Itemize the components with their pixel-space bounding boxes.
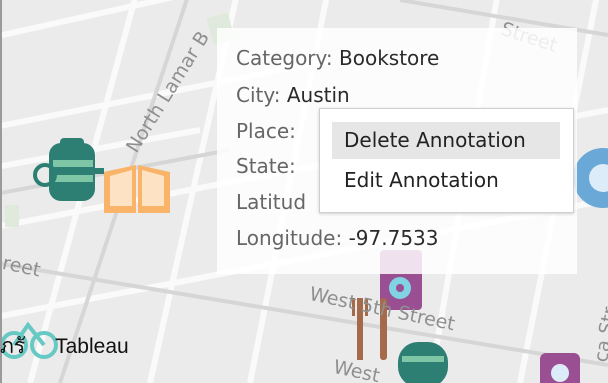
- tooltip-row-latitude: Latitud: [236, 190, 307, 214]
- annotation-context-menu: Delete Annotation Edit Annotation: [319, 108, 574, 213]
- caption-text: Tableau: [55, 335, 129, 358]
- tooltip-row-category: Category: Bookstore: [236, 46, 440, 70]
- tooltip-row-city: City: Austin: [236, 83, 350, 107]
- tooltip-row-longitude: Longitude: -97.7533: [236, 226, 439, 250]
- purple-place-icon-2[interactable]: [540, 353, 580, 383]
- tooltip-row-state: State:: [236, 154, 296, 178]
- edit-annotation-menu-item[interactable]: Edit Annotation: [332, 162, 560, 199]
- delete-annotation-menu-item[interactable]: Delete Annotation: [332, 122, 560, 159]
- frame-edge: [0, 0, 2, 383]
- map-view[interactable]: North Lamar B Street reet West 5th Stree…: [0, 0, 608, 383]
- caption: ภรั Tableau: [0, 330, 129, 370]
- caption-prefix: ภรั: [0, 335, 26, 358]
- tooltip-row-place: Place:: [236, 119, 296, 143]
- green-place-icon[interactable]: [398, 342, 448, 383]
